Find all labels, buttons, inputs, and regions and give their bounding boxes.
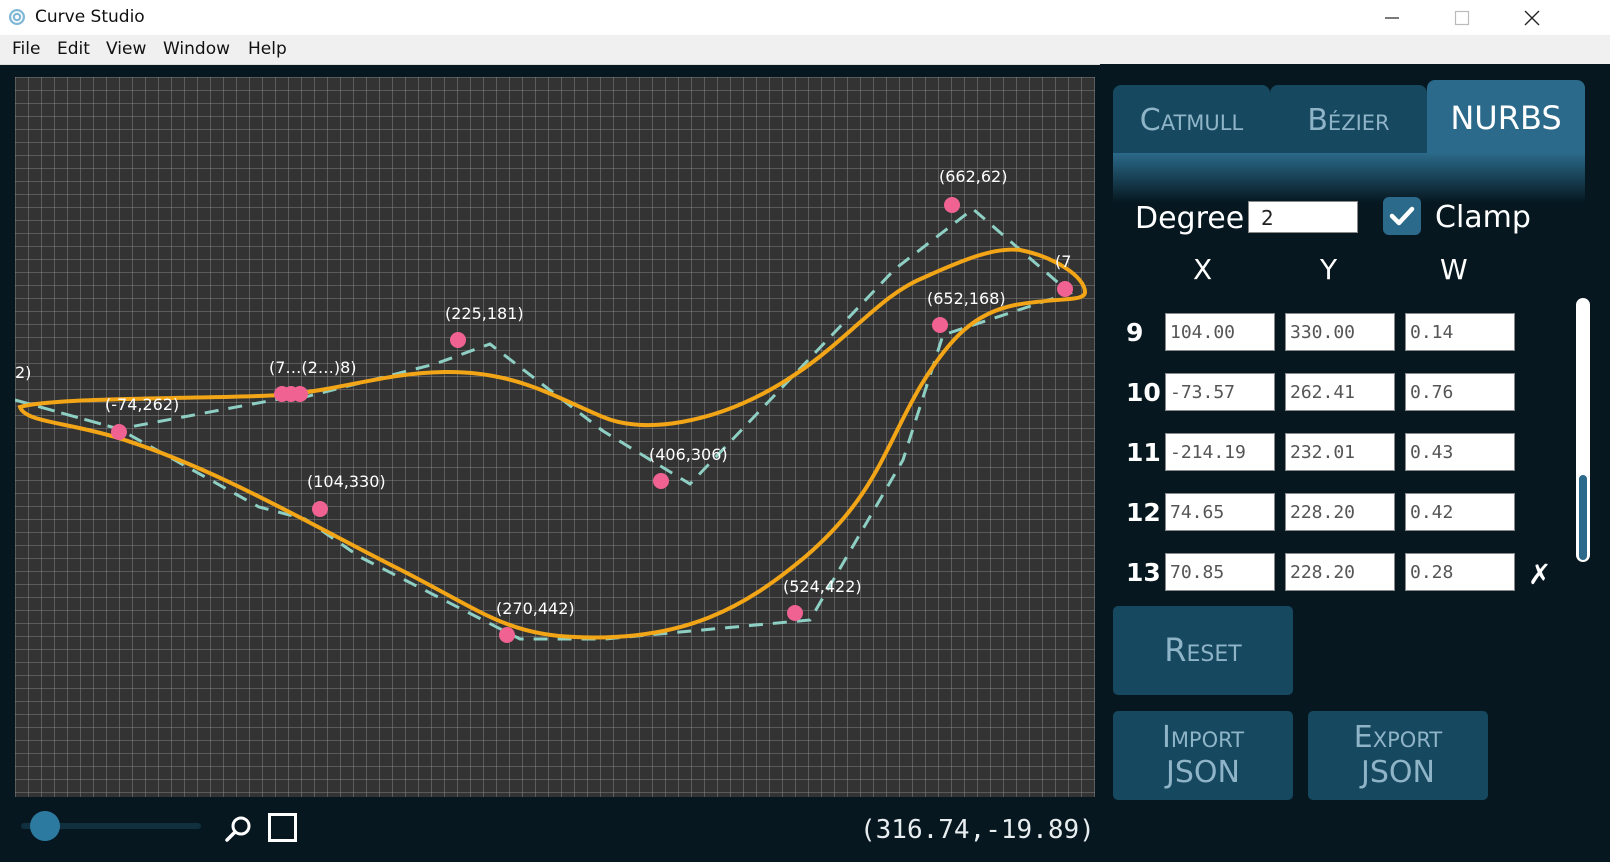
point-label: (225,181) [445,304,524,323]
y-field[interactable]: 262.41 [1285,373,1395,411]
w-field[interactable]: 0.28 [1405,553,1515,591]
clamp-label: Clamp [1435,200,1531,235]
window-title: Curve Studio [35,7,145,27]
tab-nurbs[interactable]: NURBS [1427,80,1585,155]
cursor-coordinates: (316.74,-19.89) [860,815,1095,845]
maximize-icon [1454,10,1470,25]
y-field[interactable]: 228.20 [1285,493,1395,531]
point-label: (662,62) [939,167,1007,186]
x-field[interactable]: -214.19 [1165,433,1275,471]
point-label: (406,306) [649,445,728,464]
y-field[interactable]: 228.20 [1285,553,1395,591]
frame-icon[interactable] [268,813,297,842]
menu-view[interactable]: View [106,39,146,59]
zoom-slider-thumb[interactable] [30,811,60,841]
control-point[interactable] [787,605,803,621]
point-label: (652,168) [927,289,1006,308]
control-point[interactable] [1057,281,1073,297]
row-index: 9 [1126,318,1144,347]
import-json-button[interactable]: Import JSON [1113,711,1293,800]
maximize-button[interactable] [1427,0,1497,35]
x-field[interactable]: 104.00 [1165,313,1275,351]
export-button-label-2: JSON [1361,754,1435,790]
col-header-y: Y [1320,253,1338,286]
title-bar: Curve Studio [0,0,1610,35]
x-field[interactable]: -73.57 [1165,373,1275,411]
minimize-icon [1385,16,1399,19]
w-field[interactable]: 0.43 [1405,433,1515,471]
reset-button[interactable]: Reset [1113,606,1293,695]
w-field[interactable]: 0.76 [1405,373,1515,411]
clamp-checkbox[interactable] [1383,197,1421,235]
check-icon [1389,206,1415,226]
canvas-svg[interactable]: (-74,262) (104,330) (225,181) (406,306) … [15,77,1095,797]
menu-window[interactable]: Window [163,39,230,59]
col-header-x: X [1193,253,1213,286]
point-label: (7 [1055,252,1071,271]
curve-canvas[interactable]: (-74,262) (104,330) (225,181) (406,306) … [15,77,1095,797]
row-index: 11 [1126,438,1161,467]
control-point[interactable] [932,317,948,333]
table-scrollbar-thumb[interactable] [1579,475,1587,560]
menu-file[interactable]: File [12,39,40,59]
col-header-w: W [1440,253,1468,286]
minimize-button[interactable] [1357,0,1427,35]
tab-bezier[interactable]: Bézier [1270,85,1427,155]
close-icon [1524,10,1540,25]
point-label: (104,330) [307,472,386,491]
point-label: 2) [15,363,31,382]
y-field[interactable]: 232.01 [1285,433,1395,471]
control-point[interactable] [312,501,328,517]
reset-button-label: Reset [1164,631,1242,670]
export-json-button[interactable]: Export JSON [1308,711,1488,800]
control-point[interactable] [944,197,960,213]
delete-icon[interactable]: ✗ [1528,558,1551,591]
row-index: 13 [1126,558,1161,587]
degree-input[interactable]: 2 [1248,201,1358,233]
tab-catmull[interactable]: Catmull [1113,85,1270,155]
import-button-label-2: JSON [1166,754,1240,790]
degree-label: Degree [1135,201,1245,236]
y-field[interactable]: 330.00 [1285,313,1395,351]
app-icon [9,9,25,25]
grid-background [15,77,1095,797]
control-point[interactable] [653,473,669,489]
export-button-label: Export [1353,720,1443,755]
row-index: 12 [1126,498,1161,527]
tab-content-header [1113,153,1585,203]
menu-bar: File Edit View Window Help [0,35,1610,65]
w-field[interactable]: 0.14 [1405,313,1515,351]
control-point[interactable] [450,332,466,348]
zoom-icon[interactable] [224,814,254,844]
control-point[interactable] [111,424,127,440]
x-field[interactable]: 70.85 [1165,553,1275,591]
x-field[interactable]: 74.65 [1165,493,1275,531]
menu-edit[interactable]: Edit [57,39,90,59]
point-label: (524,422) [783,577,862,596]
control-point[interactable] [499,627,515,643]
close-button[interactable] [1497,0,1567,35]
import-button-label: Import [1161,720,1245,755]
row-index: 10 [1126,378,1161,407]
point-label: (-74,262) [105,395,179,414]
w-field[interactable]: 0.42 [1405,493,1515,531]
menu-help[interactable]: Help [248,39,287,59]
point-label: (270,442) [496,599,575,618]
control-point[interactable] [292,386,308,402]
point-label: (7…(2…)8) [269,358,357,377]
